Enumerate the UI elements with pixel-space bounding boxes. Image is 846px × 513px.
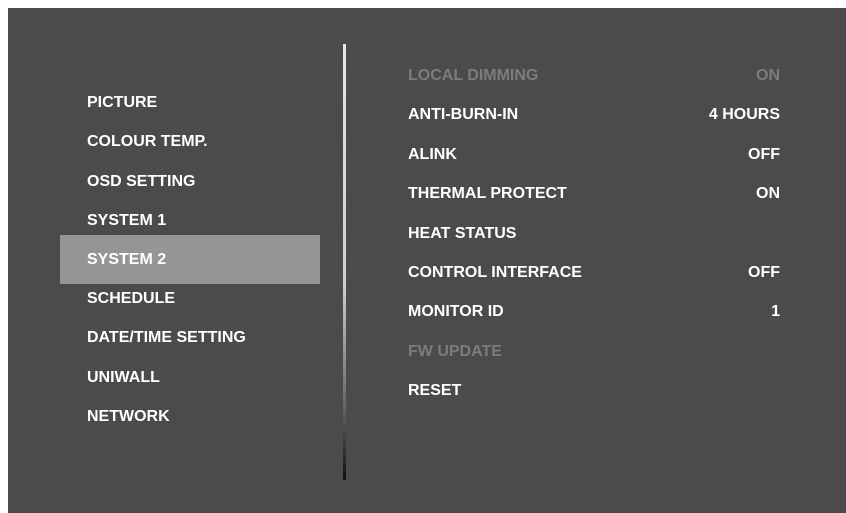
setting-value: 4 HOURS — [708, 106, 780, 124]
setting-label: FW UPDATE — [408, 342, 502, 360]
setting-label: ALINK — [408, 145, 457, 163]
menu-item-network[interactable]: NETWORK — [60, 397, 320, 436]
setting-label: CONTROL INTERFACE — [408, 263, 582, 281]
setting-label: RESET — [408, 382, 462, 400]
menu-item-schedule[interactable]: SCHEDULE — [60, 279, 320, 318]
menu-item-colour-temp[interactable]: COLOUR TEMP. — [60, 122, 320, 161]
menu-item-date-time-setting[interactable]: DATE/TIME SETTING — [60, 318, 320, 357]
setting-monitor-id[interactable]: MONITOR ID 1 — [408, 292, 780, 331]
setting-control-interface[interactable]: CONTROL INTERFACE OFF — [408, 253, 780, 292]
main-menu-list: PICTURE COLOUR TEMP. OSD SETTING SYSTEM … — [60, 83, 320, 436]
menu-item-system-2[interactable]: SYSTEM 2 — [60, 235, 320, 285]
setting-value: OFF — [748, 145, 780, 163]
setting-label: ANTI-BURN-IN — [408, 106, 519, 124]
setting-label: THERMAL PROTECT — [408, 185, 567, 203]
setting-value: OFF — [748, 263, 780, 281]
settings-list: LOCAL DIMMING ON ANTI-BURN-IN 4 HOURS AL… — [408, 56, 780, 411]
setting-label: MONITOR ID — [408, 303, 504, 321]
menu-item-uniwall[interactable]: UNIWALL — [60, 358, 320, 397]
setting-value: ON — [756, 67, 780, 84]
setting-label: LOCAL DIMMING — [408, 67, 539, 84]
setting-fw-update: FW UPDATE — [408, 332, 780, 371]
osd-menu-panel: PICTURE COLOUR TEMP. OSD SETTING SYSTEM … — [8, 8, 846, 513]
menu-item-osd-setting[interactable]: OSD SETTING — [60, 162, 320, 201]
setting-heat-status[interactable]: HEAT STATUS — [408, 214, 780, 253]
setting-thermal-protect[interactable]: THERMAL PROTECT ON — [408, 174, 780, 213]
setting-anti-burn-in[interactable]: ANTI-BURN-IN 4 HOURS — [408, 95, 780, 134]
setting-reset[interactable]: RESET — [408, 371, 780, 410]
setting-label: HEAT STATUS — [408, 224, 517, 242]
setting-alink[interactable]: ALINK OFF — [408, 135, 780, 174]
menu-divider — [343, 44, 346, 480]
setting-value: ON — [756, 185, 780, 203]
setting-value: 1 — [771, 303, 780, 321]
setting-local-dimming: LOCAL DIMMING ON — [408, 56, 780, 95]
menu-item-picture[interactable]: PICTURE — [60, 83, 320, 122]
